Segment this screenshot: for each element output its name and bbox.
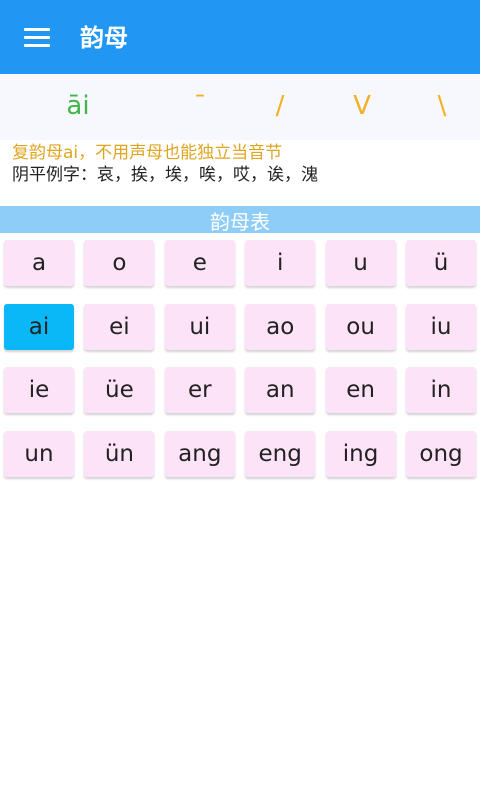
final-cell[interactable]: ei	[84, 303, 155, 350]
final-cell[interactable]: ing	[325, 430, 396, 477]
final-cell[interactable]: un	[4, 430, 74, 477]
final-cell[interactable]: o	[84, 240, 155, 286]
final-cell[interactable]: a	[4, 240, 74, 286]
final-cell[interactable]: e	[164, 240, 235, 286]
final-cell[interactable]: ui	[164, 303, 235, 350]
final-cell[interactable]: iu	[406, 303, 476, 350]
example-characters: 阴平例字：哀，挨，埃，唉，哎，诶，溾	[12, 165, 318, 185]
tone-3-mark[interactable]: V	[332, 88, 392, 124]
final-cell[interactable]: üe	[84, 367, 155, 414]
final-cell-selected[interactable]: ai	[4, 303, 74, 350]
final-info: 复韵母ai，不用声母也能独立当音节 阴平例字：哀，挨，埃，唉，哎，诶，溾	[12, 142, 472, 186]
app-bar: 韵母	[0, 0, 480, 74]
page-title: 韵母	[80, 24, 128, 52]
final-cell[interactable]: i	[245, 240, 316, 286]
final-cell[interactable]: an	[245, 367, 316, 414]
tone-1-mark[interactable]: ˉ	[170, 88, 230, 124]
final-cell[interactable]: ao	[245, 303, 316, 350]
menu-button[interactable]	[14, 17, 58, 57]
tone-4-mark[interactable]: \	[412, 88, 472, 124]
tone-1-syllable[interactable]: āi	[48, 88, 108, 124]
final-cell[interactable]: ang	[164, 430, 235, 477]
final-cell[interactable]: u	[325, 240, 396, 286]
final-description: 复韵母ai，不用声母也能独立当音节	[12, 143, 283, 163]
final-cell[interactable]: er	[164, 367, 235, 414]
final-cell[interactable]: ou	[325, 303, 396, 350]
final-cell[interactable]: ü	[406, 240, 476, 286]
final-cell[interactable]: ie	[4, 367, 74, 414]
finals-table-header: 韵母表	[0, 206, 480, 233]
tone-2-mark[interactable]: /	[250, 88, 310, 124]
final-cell[interactable]: eng	[245, 430, 316, 477]
final-cell[interactable]: in	[406, 367, 476, 414]
final-cell[interactable]: en	[325, 367, 396, 414]
final-cell[interactable]: ong	[406, 430, 476, 477]
final-cell[interactable]: ün	[84, 430, 155, 477]
tone-selector: āi ˉ / V \	[0, 74, 480, 140]
